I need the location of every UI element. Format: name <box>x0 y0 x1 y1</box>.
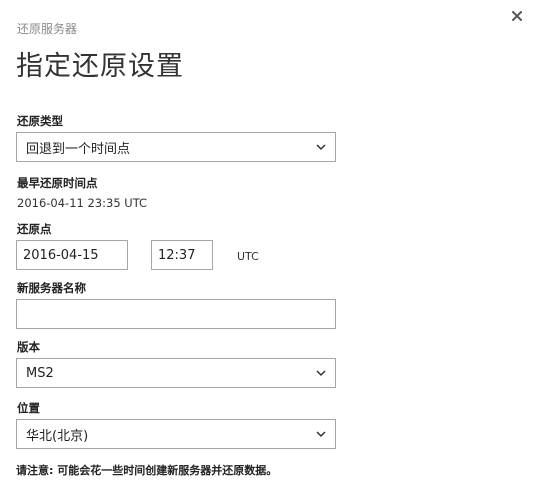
restore-note: 请注意: 可能会花一些时间创建新服务器并还原数据。 <box>16 464 278 477</box>
location-select[interactable]: 华北(北京) <box>16 419 336 449</box>
restore-date-input[interactable] <box>16 240 128 270</box>
restore-server-dialog: 还原服务器 指定还原设置 还原类型 回退到一个时间点 最早还原时间点 2016-… <box>0 0 533 485</box>
chevron-down-icon <box>316 144 326 151</box>
close-button[interactable] <box>507 6 527 26</box>
timezone-label: UTC <box>237 250 259 263</box>
new-server-name-label: 新服务器名称 <box>17 281 86 295</box>
chevron-down-icon <box>316 370 326 377</box>
earliest-restore-value: 2016-04-11 23:35 UTC <box>17 196 148 210</box>
dialog-subtitle: 还原服务器 <box>17 22 78 36</box>
location-value: 华北(北京) <box>26 428 89 444</box>
version-label: 版本 <box>17 340 40 354</box>
restore-time-input[interactable] <box>151 240 213 270</box>
restore-point-label: 还原点 <box>17 222 52 236</box>
new-server-name-input[interactable] <box>16 299 336 329</box>
restore-type-value: 回退到一个时间点 <box>26 141 131 157</box>
page-title: 指定还原设置 <box>16 51 184 82</box>
restore-type-label: 还原类型 <box>17 114 63 128</box>
version-select[interactable]: MS2 <box>16 358 336 388</box>
earliest-restore-label: 最早还原时间点 <box>17 176 98 190</box>
chevron-down-icon <box>316 431 326 438</box>
version-value: MS2 <box>26 365 54 381</box>
close-icon <box>512 11 522 21</box>
location-label: 位置 <box>17 401 40 415</box>
restore-type-select[interactable]: 回退到一个时间点 <box>16 132 336 162</box>
